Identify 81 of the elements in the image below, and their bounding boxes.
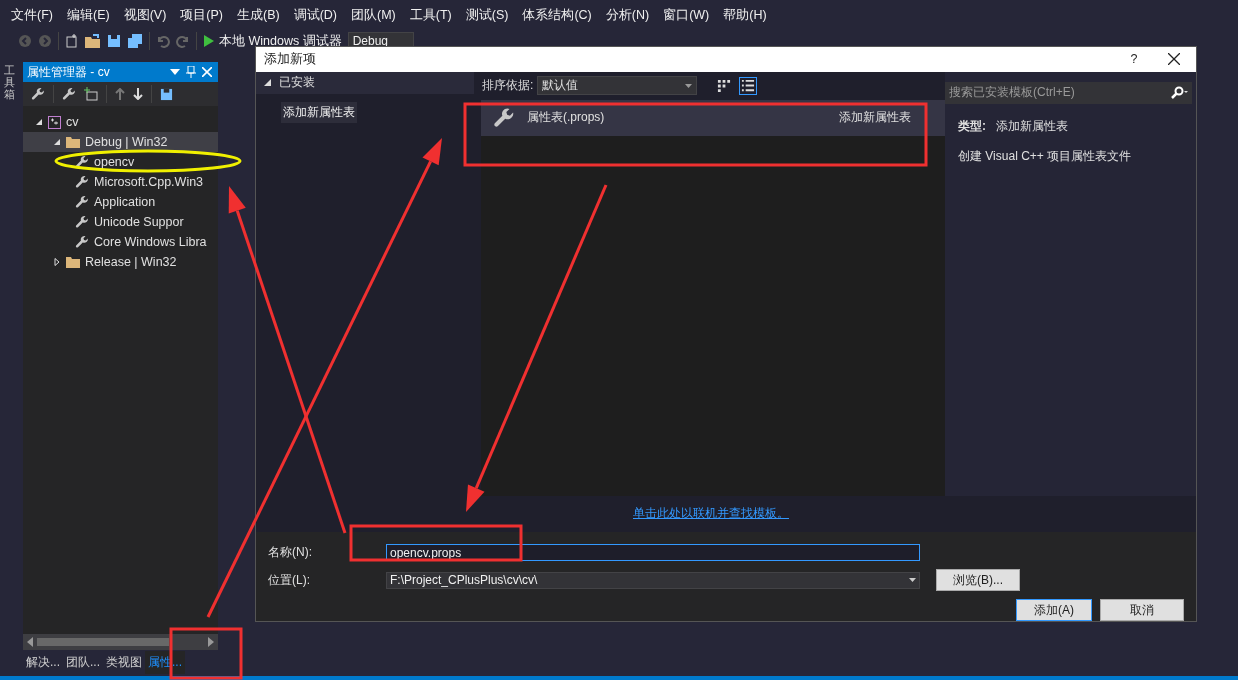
dropdown-caret-icon[interactable] bbox=[909, 578, 916, 582]
search-field[interactable]: 搜索已安装模板(Ctrl+E) bbox=[945, 81, 1192, 104]
start-debugger-button[interactable]: 本地 Windows 调试器 bbox=[203, 32, 342, 50]
save-all-icon[interactable] bbox=[127, 34, 143, 48]
down-arrow-icon[interactable] bbox=[133, 88, 143, 100]
tree-item[interactable]: Release | Win32 bbox=[23, 252, 218, 272]
play-icon bbox=[203, 35, 215, 47]
scroll-right-icon[interactable] bbox=[208, 637, 214, 647]
tree-item[interactable]: cv bbox=[23, 112, 218, 132]
type-label: 类型: bbox=[958, 117, 986, 135]
add-button[interactable]: 添加(A) bbox=[1016, 599, 1092, 621]
name-label: 名称(N): bbox=[268, 544, 313, 561]
menu-item[interactable]: 项目(P) bbox=[173, 6, 230, 24]
wrench-icon bbox=[75, 235, 89, 249]
menu-item[interactable]: 编辑(E) bbox=[59, 6, 117, 24]
menu-item[interactable]: 帮助(H) bbox=[716, 6, 774, 24]
name-field[interactable]: opencv.props bbox=[386, 544, 920, 561]
category-item[interactable]: 添加新属性表 bbox=[281, 101, 357, 123]
browse-button[interactable]: 浏览(B)... bbox=[936, 569, 1020, 591]
dialog-title: 添加新项 bbox=[264, 51, 317, 68]
scroll-left-icon[interactable] bbox=[27, 637, 33, 647]
panel-tab[interactable]: 团队... bbox=[63, 650, 104, 674]
folder-icon bbox=[66, 136, 80, 148]
wrench-icon bbox=[31, 87, 45, 101]
category-header[interactable]: 已安装 bbox=[256, 71, 474, 94]
wrench-icon bbox=[75, 215, 89, 229]
close-icon[interactable] bbox=[1168, 53, 1180, 66]
template-description: 创建 Visual C++ 项目属性表文件 bbox=[958, 147, 1133, 165]
menu-item[interactable]: 团队(M) bbox=[344, 6, 403, 24]
save-icon[interactable] bbox=[107, 34, 121, 48]
tree-item[interactable]: Unicode Suppor bbox=[23, 212, 218, 232]
search-icon[interactable] bbox=[1170, 85, 1188, 100]
save-icon[interactable] bbox=[160, 87, 173, 101]
expanded-caret-icon[interactable] bbox=[53, 138, 61, 146]
new-project-icon[interactable] bbox=[65, 34, 79, 48]
location-dropdown[interactable]: F:\Project_CPlusPlus\cv\cv\ bbox=[386, 571, 920, 589]
panel-title: 属性管理器 - cv bbox=[27, 63, 111, 81]
scrollbar[interactable] bbox=[23, 634, 218, 650]
up-arrow-icon[interactable] bbox=[115, 88, 125, 100]
type-value: 添加新属性表 bbox=[996, 117, 1068, 135]
menu-item[interactable]: 文件(F) bbox=[4, 6, 60, 24]
expanded-caret-icon[interactable] bbox=[35, 118, 43, 126]
online-templates-link[interactable]: 单击此处以联机并查找模板。 bbox=[633, 505, 789, 523]
undo-icon[interactable] bbox=[156, 34, 170, 48]
tree-item[interactable]: Debug | Win32 bbox=[23, 132, 218, 152]
wrench-icon bbox=[75, 155, 89, 169]
wrench-icon bbox=[75, 195, 89, 209]
menu-item[interactable]: 窗口(W) bbox=[656, 6, 717, 24]
menu-item[interactable]: 生成(B) bbox=[230, 6, 287, 24]
open-folder-icon[interactable] bbox=[85, 34, 101, 48]
project-icon bbox=[48, 115, 61, 129]
wrench-icon bbox=[75, 175, 89, 189]
collapsed-caret-icon[interactable] bbox=[53, 258, 61, 266]
list-view-button[interactable] bbox=[739, 76, 758, 95]
menu-item[interactable]: 测试(S) bbox=[458, 6, 516, 24]
add-sheet-icon[interactable] bbox=[84, 87, 98, 101]
wrench-icon bbox=[62, 87, 76, 101]
sort-dropdown[interactable]: 默认值 bbox=[537, 76, 698, 96]
menu-item[interactable]: 分析(N) bbox=[598, 6, 657, 24]
menu-item[interactable]: 工具(T) bbox=[402, 6, 459, 24]
menu-item[interactable]: 调试(D) bbox=[286, 6, 344, 24]
location-label: 位置(L): bbox=[268, 571, 311, 589]
dropdown-caret-icon[interactable] bbox=[685, 83, 693, 88]
help-button[interactable]: ? bbox=[1112, 52, 1156, 67]
wrench-icon bbox=[493, 106, 515, 129]
panel-tab[interactable]: 解决... bbox=[23, 650, 63, 674]
menu-item[interactable]: 视图(V) bbox=[116, 6, 174, 24]
sort-label: 排序依据: bbox=[482, 77, 534, 95]
redo-icon[interactable] bbox=[176, 34, 190, 48]
menu-item[interactable]: 体系结构(C) bbox=[515, 6, 599, 24]
tree-item[interactable]: Microsoft.Cpp.Win3 bbox=[23, 172, 218, 192]
panel-tab[interactable]: 类视图 bbox=[103, 650, 146, 674]
tree-item[interactable]: opencv bbox=[23, 152, 218, 172]
cancel-button[interactable]: 取消 bbox=[1100, 599, 1184, 621]
toolbox-tab[interactable]: 工具箱 bbox=[4, 64, 15, 101]
tree-item[interactable]: Application bbox=[23, 192, 218, 212]
pin-icon[interactable] bbox=[186, 66, 196, 78]
expanded-caret-icon[interactable] bbox=[264, 79, 271, 87]
tree-item[interactable]: Core Windows Libra bbox=[23, 232, 218, 252]
dropdown-icon[interactable] bbox=[170, 68, 180, 76]
folder-icon bbox=[66, 256, 80, 268]
